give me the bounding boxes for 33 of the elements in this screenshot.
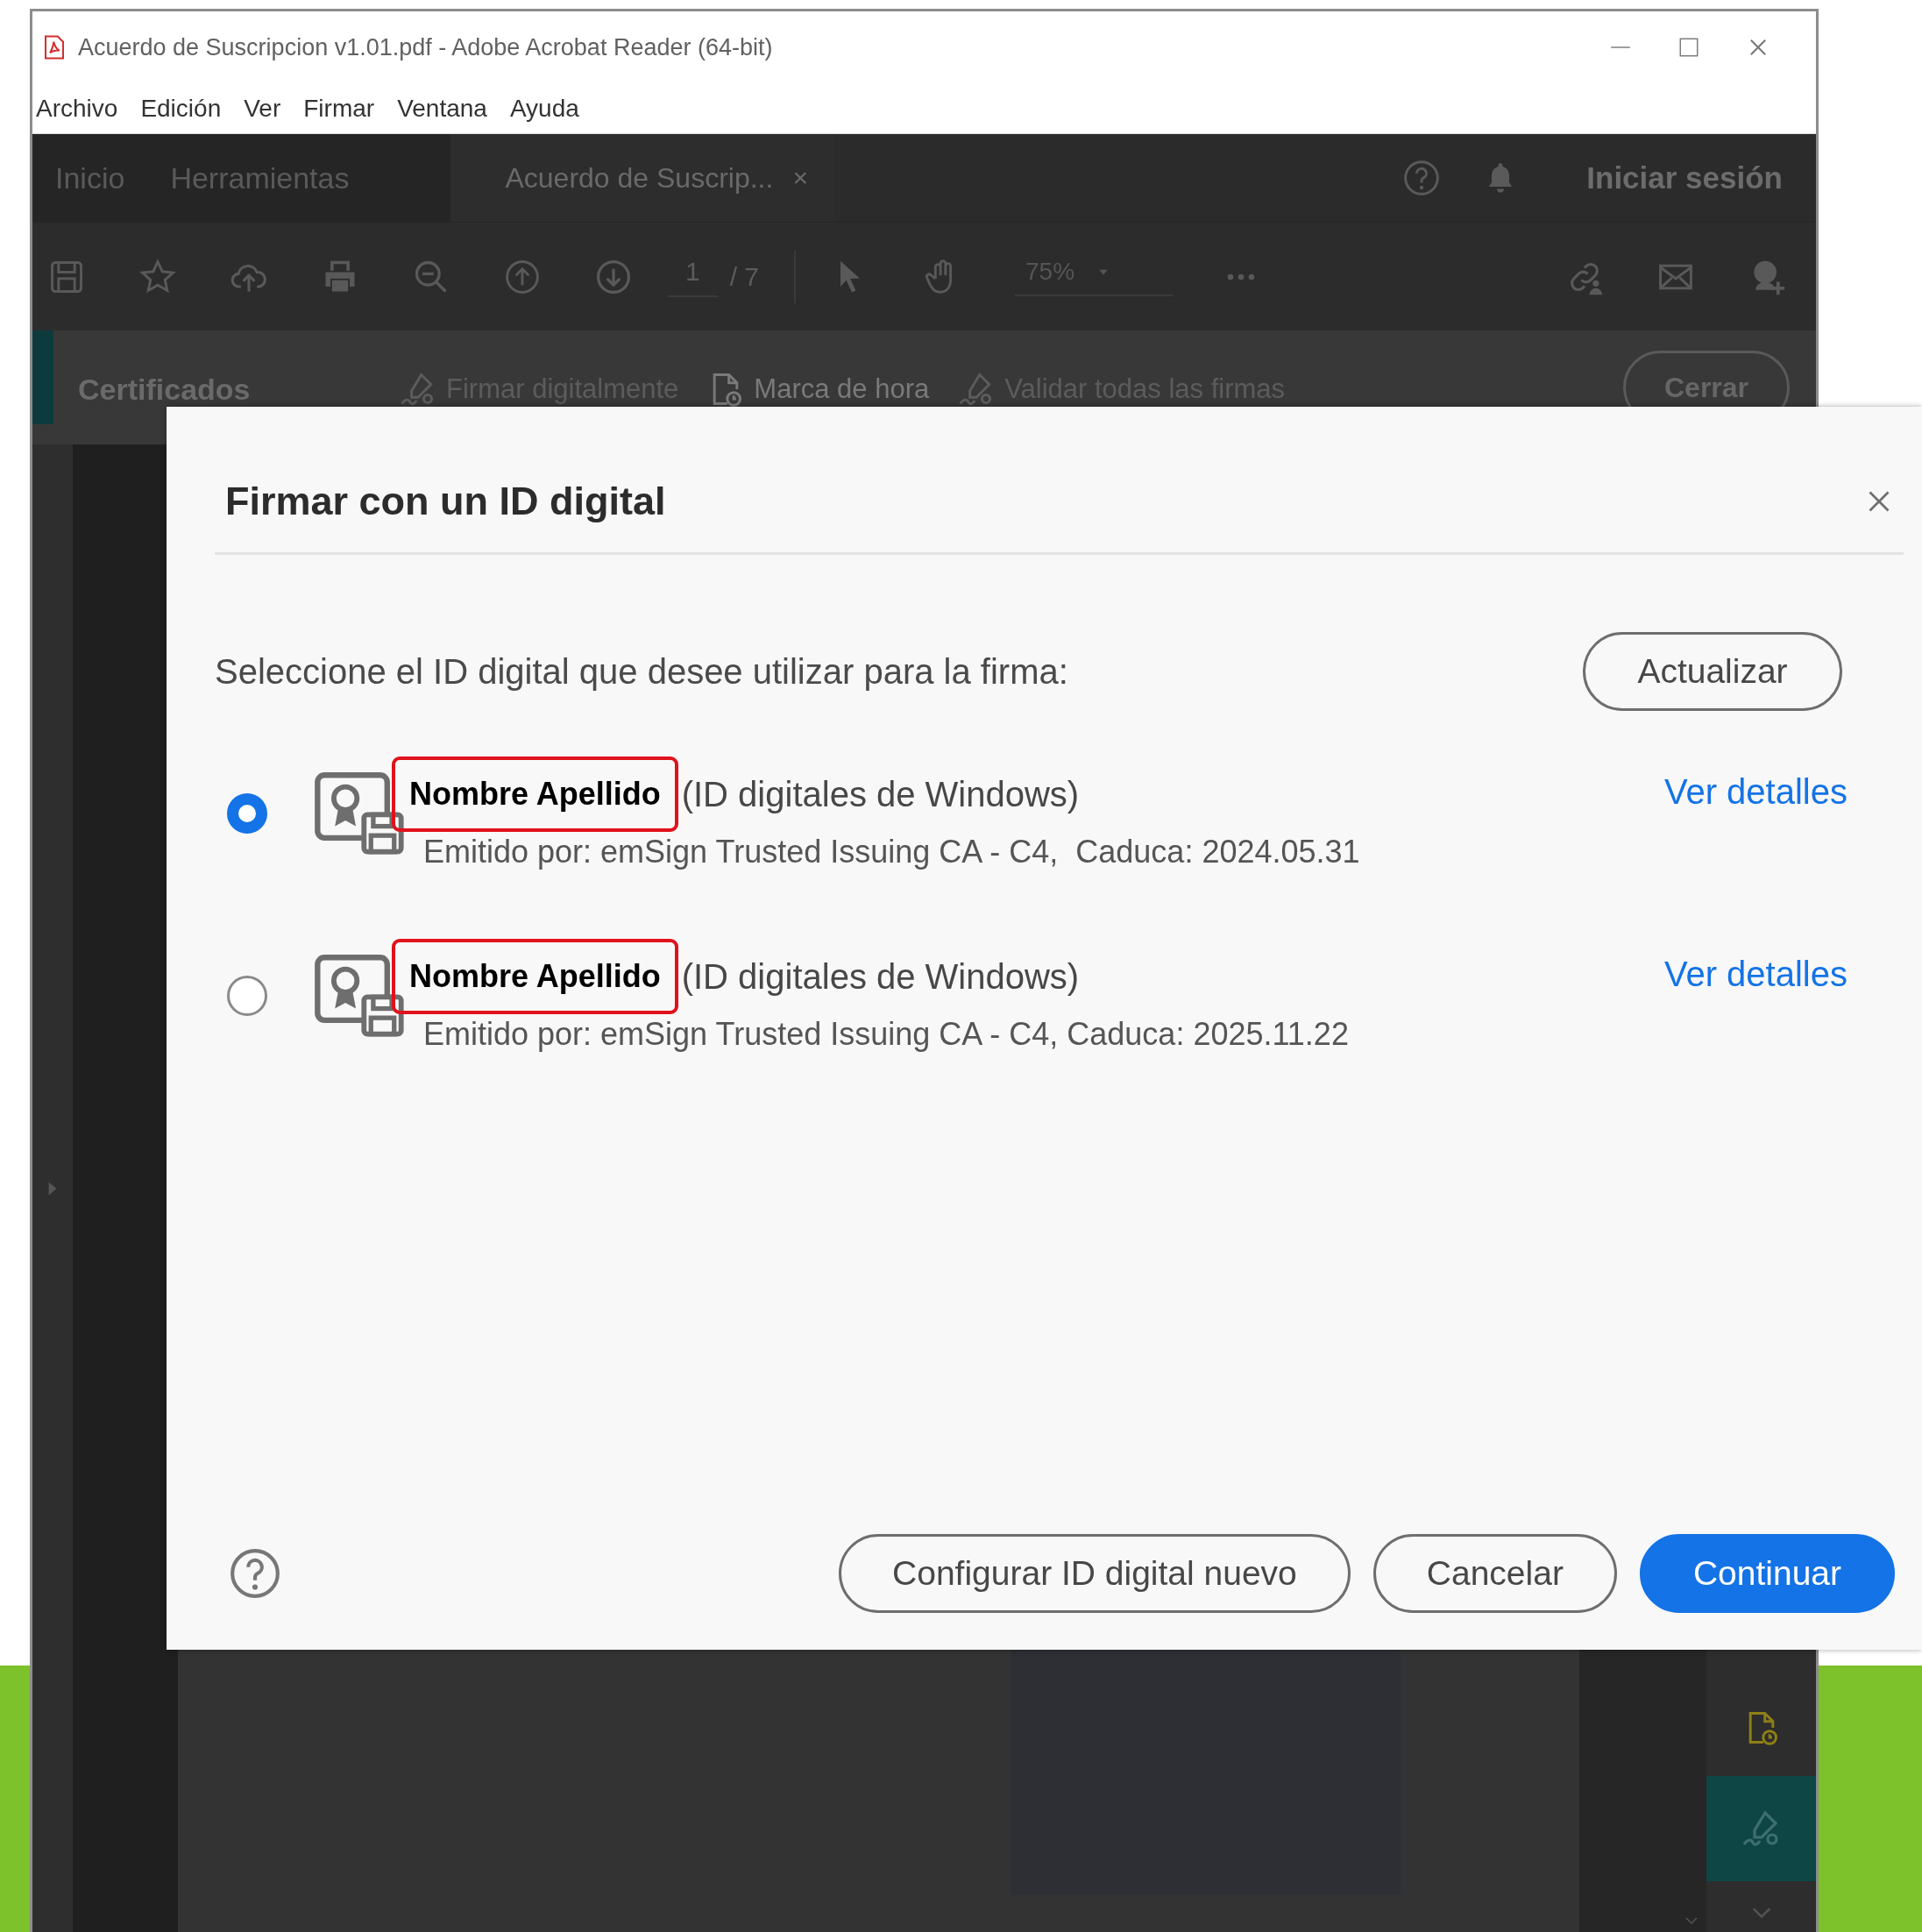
refresh-button[interactable]: Actualizar <box>1583 632 1842 711</box>
id-name: Nombre Apellido <box>392 939 678 1014</box>
sign-in-link[interactable]: Iniciar sesión <box>1586 160 1783 195</box>
id-name: Nombre Apellido <box>392 756 678 832</box>
details-link[interactable]: Ver detalles <box>1663 955 1848 994</box>
tab[interactable]: Acuerdo de Suscrip... × <box>450 134 834 222</box>
maximize-icon[interactable] <box>1677 36 1700 59</box>
id-source: (ID digitales de Windows) <box>681 956 1080 997</box>
dialog-button[interactable]: Configurar ID digital nuevo <box>839 1534 1351 1613</box>
menu-item[interactable]: Ventana <box>397 94 487 123</box>
close-tab-button[interactable]: × <box>792 163 808 193</box>
menu-item[interactable]: Archivo <box>36 94 118 123</box>
menu-item[interactable]: Ayuda <box>509 94 579 123</box>
sign-tool-button[interactable] <box>1706 1776 1816 1881</box>
details-link[interactable]: Ver detalles <box>1663 772 1848 812</box>
help-icon[interactable] <box>1402 159 1442 197</box>
certificate-icon <box>313 771 406 856</box>
certificate-icon <box>313 953 406 1039</box>
id-source: (ID digitales de Windows) <box>681 774 1080 814</box>
menu-item[interactable]: Edición <box>140 94 222 123</box>
help-icon[interactable] <box>228 1546 282 1601</box>
continue-button[interactable]: Continuar <box>1639 1534 1895 1613</box>
menu-item[interactable]: Ver <box>244 94 281 123</box>
toolbar-action[interactable]: Marca de hora <box>706 370 930 408</box>
window-title: Acuerdo de Suscripcion v1.01.pdf - Adobe Acrobat Reader (64-bit) <box>78 33 774 61</box>
issuer-text: Emitido por: emSign Trusted Issuing CA - C4, Caduca: 2024.05.31 <box>423 834 1361 870</box>
issuer-text: Emitido por: emSign Trusted Issuing CA - C4, Caduca: 2025.11.22 <box>423 1016 1350 1053</box>
menu-item[interactable]: Firmar <box>303 94 375 123</box>
instruction-text: Seleccione el ID digital que desee utilizar para la firma: <box>215 651 1068 692</box>
radio-button[interactable] <box>227 793 267 834</box>
radio-button[interactable] <box>227 976 267 1016</box>
dialog-title: Firmar con un ID digital <box>225 479 666 524</box>
dialog-button[interactable]: Cancelar <box>1372 1534 1617 1613</box>
